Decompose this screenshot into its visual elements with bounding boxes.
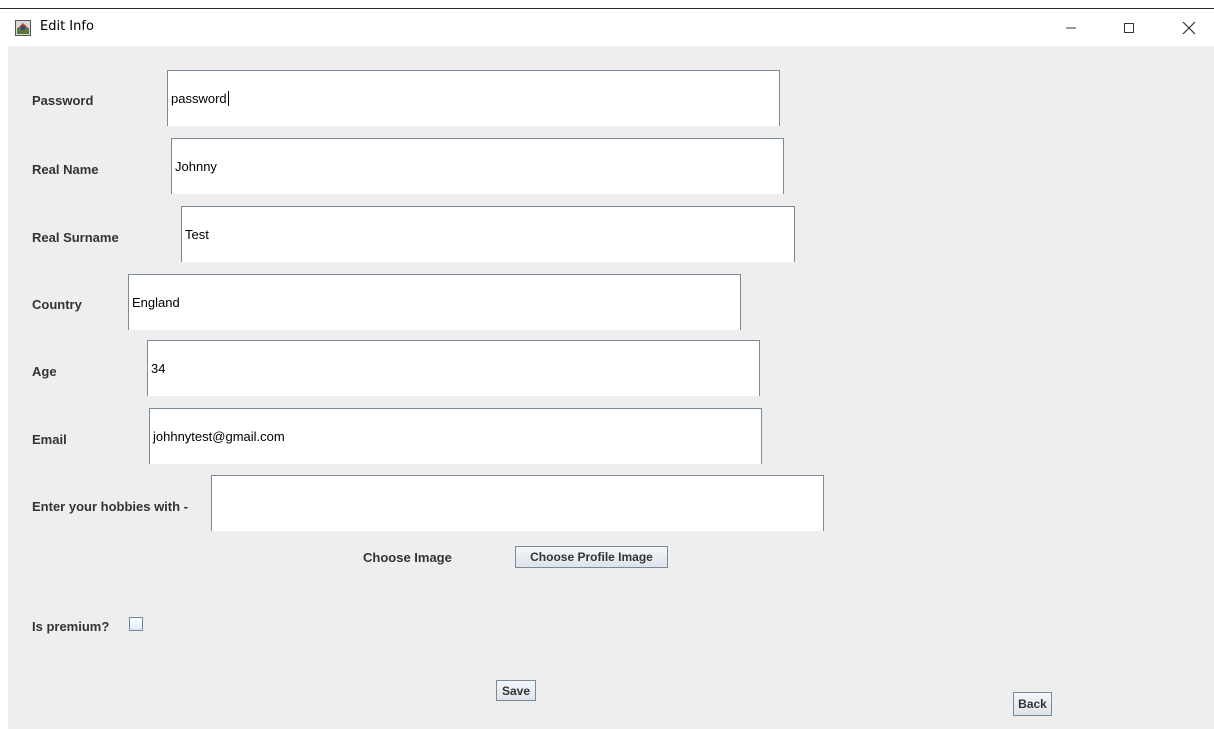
minimize-icon <box>1065 22 1077 34</box>
password-value: password <box>171 91 227 106</box>
country-field[interactable]: England <box>128 274 741 330</box>
window-top-border <box>0 8 1214 9</box>
window-title: Edit Info <box>40 19 94 34</box>
title-bar[interactable]: Edit Info <box>8 10 1214 46</box>
real-name-label: Real Name <box>32 162 99 177</box>
real-name-value: Johnny <box>175 159 217 174</box>
hobbies-field[interactable] <box>211 475 824 531</box>
password-field[interactable]: password <box>167 70 780 126</box>
back-button[interactable]: Back <box>1013 692 1052 716</box>
save-button-label: Save <box>501 683 531 698</box>
hobbies-label: Enter your hobbies with - <box>32 499 189 514</box>
form-panel: Password password Real Name Johnny Real … <box>8 46 1214 729</box>
country-value: England <box>132 295 180 310</box>
minimize-button[interactable] <box>1048 10 1094 46</box>
premium-label: Is premium? <box>32 619 110 634</box>
age-field[interactable]: 34 <box>147 340 760 396</box>
choose-profile-image-button-label: Choose Profile Image <box>530 550 653 564</box>
real-surname-value: Test <box>185 227 209 242</box>
age-value: 34 <box>151 361 166 376</box>
choose-profile-image-button[interactable]: Choose Profile Image <box>515 546 668 568</box>
maximize-button[interactable] <box>1106 10 1152 46</box>
email-value: johhnytest@gmail.com <box>153 429 285 444</box>
close-icon <box>1182 21 1196 35</box>
age-label: Age <box>32 364 57 379</box>
email-field[interactable]: johhnytest@gmail.com <box>149 408 762 464</box>
real-surname-field[interactable]: Test <box>181 206 795 262</box>
text-caret <box>227 91 229 106</box>
real-surname-label: Real Surname <box>32 230 119 245</box>
java-app-icon <box>15 20 31 36</box>
country-label: Country <box>32 297 82 312</box>
back-button-label: Back <box>1018 697 1047 711</box>
save-button[interactable]: Save <box>496 680 536 701</box>
choose-image-label: Choose Image <box>363 550 452 565</box>
premium-checkbox[interactable] <box>129 617 143 631</box>
close-button[interactable] <box>1166 10 1212 46</box>
password-label: Password <box>32 93 94 108</box>
real-name-field[interactable]: Johnny <box>171 138 784 194</box>
email-label: Email <box>32 432 67 447</box>
maximize-icon <box>1123 22 1135 34</box>
